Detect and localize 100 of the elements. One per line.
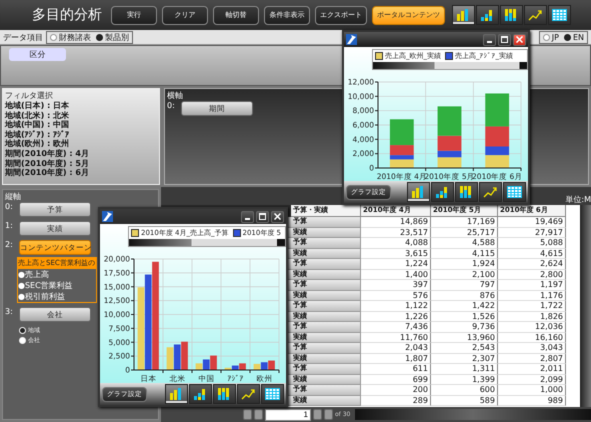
stacked-bar-chart-icon <box>193 387 208 401</box>
table-cell: 797 <box>431 280 498 290</box>
radio-label: 財務諸表 <box>59 32 91 42</box>
table-cell: 4,615 <box>498 248 566 259</box>
maximize-button[interactable] <box>498 34 511 46</box>
index-label: 1: <box>5 221 14 230</box>
index-label: 0: <box>5 202 14 211</box>
table-cell: 589 <box>431 396 498 406</box>
previous-page-button[interactable] <box>254 409 263 420</box>
table-cell: 3,615 <box>361 248 431 259</box>
table-cell: 27,917 <box>498 228 566 238</box>
close-icon <box>516 36 523 43</box>
close-button[interactable] <box>513 34 526 46</box>
table-cell: 11,760 <box>361 332 431 343</box>
app-icon <box>346 34 357 45</box>
table-cell: 4,588 <box>431 238 498 248</box>
filter-line: 地域(日本) : 日本 <box>5 101 70 111</box>
table-cell: 1,226 <box>361 312 431 322</box>
chart-type-button[interactable] <box>500 5 523 25</box>
table-cell: 2,100 <box>431 270 498 280</box>
legend-scrollbar[interactable] <box>129 239 285 246</box>
chart-type-button[interactable] <box>407 182 430 202</box>
table-cell: 2,807 <box>498 354 566 364</box>
filter-line: 期間(2010年度) : 4月 <box>5 148 90 159</box>
table-cell: 1,224 <box>361 259 431 270</box>
panel-title: フィルタ選択 <box>5 91 54 101</box>
table-cell: 3,043 <box>498 343 566 354</box>
dropdown-option[interactable]: ●売上高 <box>18 269 96 280</box>
chart-type-button[interactable] <box>524 5 547 25</box>
filter-line: 地域(欧州) : 欧州 <box>5 139 70 149</box>
table-cell: 13,960 <box>431 332 498 343</box>
index-label: 0: <box>167 101 176 110</box>
close-button[interactable] <box>271 210 284 222</box>
table-cell: 876 <box>431 290 498 301</box>
chart-type-button[interactable] <box>261 384 284 404</box>
chart-type-button[interactable] <box>476 5 499 25</box>
chart-type-button[interactable] <box>213 384 236 404</box>
filter-line: 期間(2010年度) : 5月 <box>5 158 90 168</box>
chart-type-button[interactable] <box>165 384 188 404</box>
chart-type-button[interactable] <box>237 384 260 404</box>
table-cell: 2,099 <box>498 374 566 385</box>
filter-line: 期間(2010年度) : 6月 <box>5 168 90 178</box>
vertical-scrollbar[interactable] <box>580 205 591 407</box>
horizontal-scrollbar[interactable] <box>355 409 591 420</box>
line-chart-icon <box>483 185 498 199</box>
maximize-icon <box>259 213 266 220</box>
chart-type-button[interactable] <box>431 182 454 202</box>
full-stacked-bar-icon <box>504 8 519 22</box>
table-cell: 2,043 <box>361 343 431 354</box>
maximize-button[interactable] <box>256 210 269 222</box>
chart-type-button[interactable] <box>189 384 212 404</box>
chart-type-button[interactable] <box>479 182 502 202</box>
table-cell: 1,807 <box>361 354 431 364</box>
filter-line: 地域(ｱｼﾞｱ) : ｱｼﾞｱ <box>5 130 70 140</box>
panel-title: 縦軸 <box>5 192 21 202</box>
table-cell: 25,717 <box>431 228 498 238</box>
radio-option[interactable]: 製品別 <box>96 32 129 42</box>
bar-chart-icon <box>456 8 471 22</box>
app-title: 多目的分析 <box>32 6 102 24</box>
last-page-button[interactable] <box>324 409 333 420</box>
table-cell: 2,011 <box>498 364 566 374</box>
chart-type-button[interactable] <box>452 5 475 25</box>
table-cell: 1,311 <box>431 364 498 374</box>
index-label: 2: <box>5 240 14 249</box>
app-icon <box>102 211 113 222</box>
chart-type-button[interactable] <box>503 182 526 202</box>
radio-option[interactable]: EN <box>564 32 584 42</box>
table-cell: 611 <box>361 364 431 374</box>
chart-type-button[interactable] <box>548 5 571 25</box>
minimize-button[interactable] <box>483 34 496 46</box>
chart-type-button[interactable] <box>455 182 478 202</box>
table-cell: 989 <box>498 396 566 406</box>
unit-label: 単位:M <box>565 195 591 205</box>
radio-option[interactable]: 財務諸表 <box>50 32 91 42</box>
table-cell: 17,169 <box>431 217 498 228</box>
legend-scrollbar[interactable] <box>373 62 527 69</box>
table-cell: 1,399 <box>431 374 498 385</box>
table-cell: 19,469 <box>498 217 566 228</box>
table-cell: 600 <box>431 385 498 396</box>
table-cell: 16,160 <box>498 332 566 343</box>
dropdown-option[interactable]: ●税引前利益 <box>18 291 96 302</box>
table-cell: 4,088 <box>361 238 431 248</box>
full-stacked-bar-icon <box>217 387 232 401</box>
line-chart-icon <box>528 8 543 22</box>
table-cell: 576 <box>361 290 431 301</box>
table-cell: 2,624 <box>498 259 566 270</box>
table-cell: 397 <box>361 280 431 290</box>
first-page-button[interactable] <box>243 409 252 420</box>
radio-label: JP <box>552 32 559 42</box>
table-cell: 699 <box>361 374 431 385</box>
minimize-button[interactable] <box>241 210 254 222</box>
radio-label: 製品別 <box>105 32 129 42</box>
bar-chart-icon <box>169 387 184 401</box>
table-grid-icon <box>552 8 567 22</box>
page-field[interactable]: 1 <box>265 408 311 420</box>
dropdown-option[interactable]: ●SEC営業利益 <box>18 280 96 291</box>
field-chip[interactable]: 区分 <box>9 48 66 61</box>
radio-option[interactable]: JP <box>542 32 559 42</box>
next-page-button[interactable] <box>313 409 322 420</box>
table-cell: 14,869 <box>361 217 431 228</box>
